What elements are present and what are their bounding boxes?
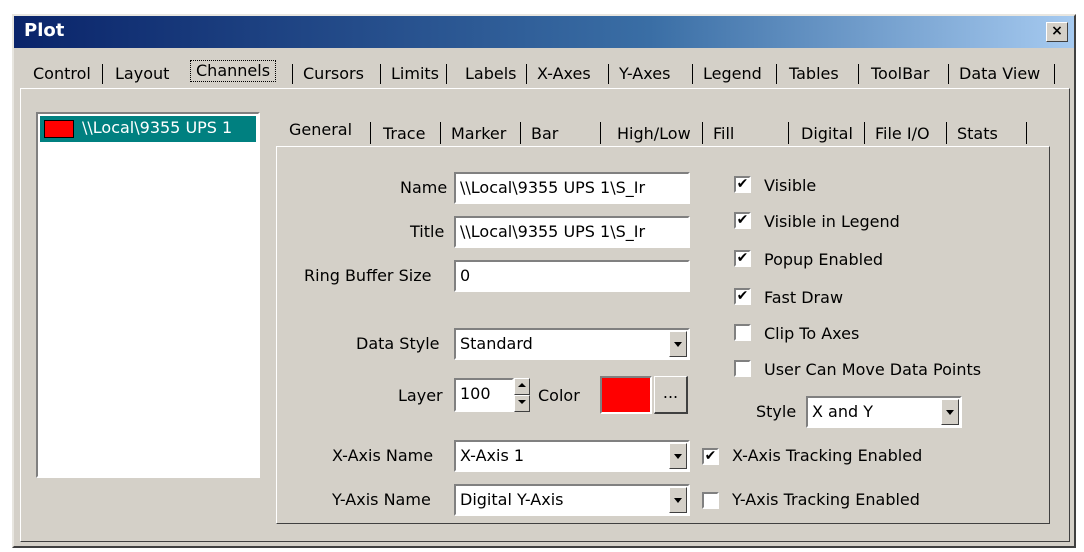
name-label: Name	[400, 178, 448, 197]
chevron-down-icon[interactable]	[669, 487, 687, 513]
tab-separator	[380, 64, 381, 84]
visible-in-legend-checkbox[interactable]: ✔	[734, 212, 751, 229]
title-field[interactable]: \\Local\9355 UPS 1\S_Ir	[454, 216, 690, 248]
tab-marker[interactable]: Marker	[446, 124, 511, 144]
y-axis-tracking-label: Y-Axis Tracking Enabled	[732, 490, 920, 509]
tab-separator	[702, 122, 703, 144]
tab-digital[interactable]: Digital	[796, 124, 858, 144]
visible-in-legend-label: Visible in Legend	[764, 212, 900, 231]
data-style-select[interactable]: Standard	[454, 328, 690, 360]
tab-separator	[446, 64, 447, 84]
tab-separator	[292, 64, 293, 84]
yaxis-name-label: Y-Axis Name	[332, 490, 431, 509]
style-select[interactable]: X and Y	[806, 396, 962, 428]
tab-legend[interactable]: Legend	[698, 64, 767, 84]
tab-separator	[776, 64, 777, 84]
tab-separator	[1054, 64, 1055, 84]
tab-file-io[interactable]: File I/O	[870, 124, 935, 144]
tab-fill[interactable]: Fill	[708, 124, 739, 144]
tab-tables[interactable]: Tables	[784, 64, 844, 84]
ring-buffer-label: Ring Buffer Size	[304, 266, 432, 285]
tab-cursors[interactable]: Cursors	[298, 64, 369, 84]
tab-separator	[102, 64, 103, 84]
tab-separator	[600, 122, 601, 144]
tab-separator	[440, 122, 441, 144]
x-axis-tracking-label: X-Axis Tracking Enabled	[732, 446, 923, 465]
y-axis-tracking-checkbox[interactable]	[702, 492, 719, 509]
color-swatch[interactable]	[600, 376, 652, 414]
name-field[interactable]: \\Local\9355 UPS 1\S_Ir	[454, 172, 690, 204]
tab-stats[interactable]: Stats	[952, 124, 1003, 144]
tab-separator	[1026, 122, 1027, 144]
color-picker-button[interactable]: ...	[654, 376, 688, 414]
layer-field[interactable]: 100	[454, 378, 514, 412]
channel-list[interactable]: \\Local\9355 UPS 1	[36, 112, 260, 478]
yaxis-name-select[interactable]: Digital Y-Axis	[454, 484, 690, 516]
title-bar[interactable]: Plot ×	[14, 16, 1074, 48]
fast-draw-label: Fast Draw	[764, 288, 844, 307]
popup-enabled-checkbox[interactable]: ✔	[734, 250, 751, 267]
tab-separator	[608, 64, 609, 84]
xaxis-name-select[interactable]: X-Axis 1	[454, 440, 690, 472]
window-title: Plot	[24, 20, 65, 41]
plot-window: Plot × Control Layout Channels Cursors L…	[12, 14, 1076, 548]
xaxis-name-value: X-Axis 1	[460, 446, 525, 465]
channel-label: \\Local\9355 UPS 1	[82, 118, 233, 137]
spin-down-icon[interactable]	[514, 395, 530, 412]
style-value: X and Y	[812, 402, 874, 421]
tab-separator	[946, 122, 947, 144]
ring-buffer-field[interactable]: 0	[454, 260, 690, 292]
clip-to-axes-label: Clip To Axes	[764, 324, 860, 343]
tab-trace[interactable]: Trace	[378, 124, 430, 144]
tab-y-axes[interactable]: Y-Axes	[614, 64, 675, 84]
tab-separator	[692, 64, 693, 84]
tab-separator	[788, 122, 789, 144]
channel-color-swatch	[44, 120, 74, 138]
data-style-value: Standard	[460, 334, 533, 353]
tab-toolbar[interactable]: ToolBar	[866, 64, 934, 84]
tab-limits[interactable]: Limits	[386, 64, 444, 84]
tab-layout[interactable]: Layout	[110, 64, 174, 84]
visible-label: Visible	[764, 176, 817, 195]
fast-draw-checkbox[interactable]: ✔	[734, 288, 751, 305]
color-label: Color	[538, 386, 580, 405]
tab-data-view[interactable]: Data View	[954, 64, 1045, 84]
tab-general[interactable]: General	[284, 120, 357, 140]
chevron-down-icon[interactable]	[941, 399, 959, 425]
close-button[interactable]: ×	[1046, 22, 1068, 42]
user-can-move-checkbox[interactable]	[734, 360, 751, 377]
x-axis-tracking-checkbox[interactable]: ✔	[702, 448, 719, 465]
tab-x-axes[interactable]: X-Axes	[532, 64, 596, 84]
tab-separator	[858, 64, 859, 84]
clip-to-axes-checkbox[interactable]	[734, 324, 751, 341]
style-label: Style	[756, 402, 797, 421]
title-label: Title	[410, 222, 445, 241]
visible-checkbox[interactable]: ✔	[734, 176, 751, 193]
data-style-label: Data Style	[356, 334, 440, 353]
tab-separator	[948, 64, 949, 84]
user-can-move-label: User Can Move Data Points	[764, 360, 982, 379]
tab-separator	[864, 122, 865, 144]
tab-separator	[370, 122, 371, 144]
chevron-down-icon[interactable]	[669, 443, 687, 469]
xaxis-name-label: X-Axis Name	[332, 446, 434, 465]
tab-separator	[520, 122, 521, 144]
spin-up-icon[interactable]	[514, 378, 530, 395]
popup-enabled-label: Popup Enabled	[764, 250, 884, 269]
tab-channels[interactable]: Channels	[190, 60, 277, 82]
yaxis-name-value: Digital Y-Axis	[460, 490, 564, 509]
close-icon: ×	[1051, 23, 1063, 39]
chevron-down-icon[interactable]	[669, 331, 687, 357]
tab-high-low[interactable]: High/Low	[612, 124, 696, 144]
tab-bar[interactable]: Bar	[526, 124, 563, 144]
tab-control[interactable]: Control	[28, 64, 96, 84]
tab-separator	[526, 64, 527, 84]
layer-label: Layer	[398, 386, 443, 405]
list-item[interactable]: \\Local\9355 UPS 1	[40, 116, 256, 142]
tab-labels[interactable]: Labels	[460, 64, 522, 84]
